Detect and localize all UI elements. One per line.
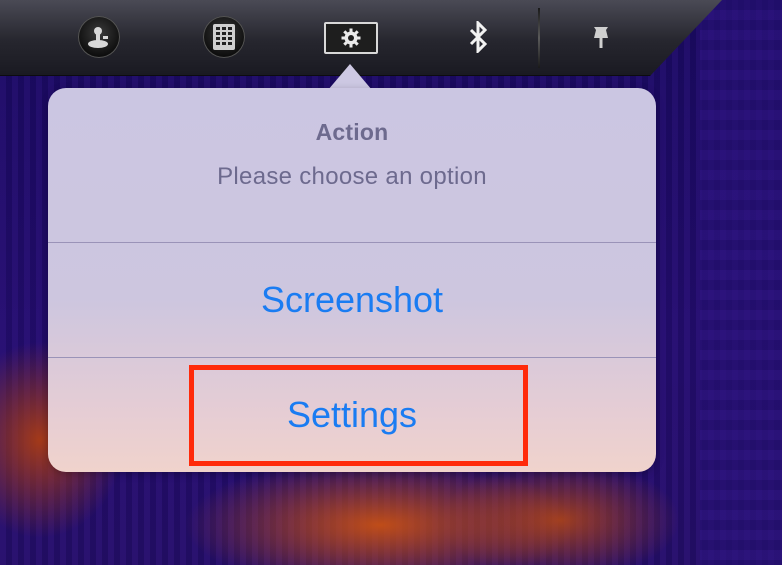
gear-icon	[341, 28, 361, 48]
keypad-icon	[213, 24, 235, 50]
bluetooth-icon	[469, 21, 488, 53]
pin-icon	[594, 27, 608, 48]
pin-button[interactable]	[580, 16, 622, 58]
joystick-icon	[88, 27, 108, 48]
action-sheet-title: Action	[315, 119, 389, 145]
popover-arrow	[328, 64, 372, 90]
settings-button[interactable]	[324, 22, 378, 54]
game-background-stripe	[700, 0, 782, 565]
highlight-box	[189, 365, 528, 466]
toolbar-divider	[538, 8, 540, 68]
screenshot-option[interactable]: Screenshot	[48, 243, 656, 357]
action-sheet-message: Please choose an option	[217, 163, 487, 190]
action-sheet-header: Action Please choose an option	[48, 88, 656, 242]
keypad-button[interactable]	[203, 16, 245, 58]
joystick-button[interactable]	[78, 16, 120, 58]
bluetooth-button[interactable]	[458, 16, 500, 58]
